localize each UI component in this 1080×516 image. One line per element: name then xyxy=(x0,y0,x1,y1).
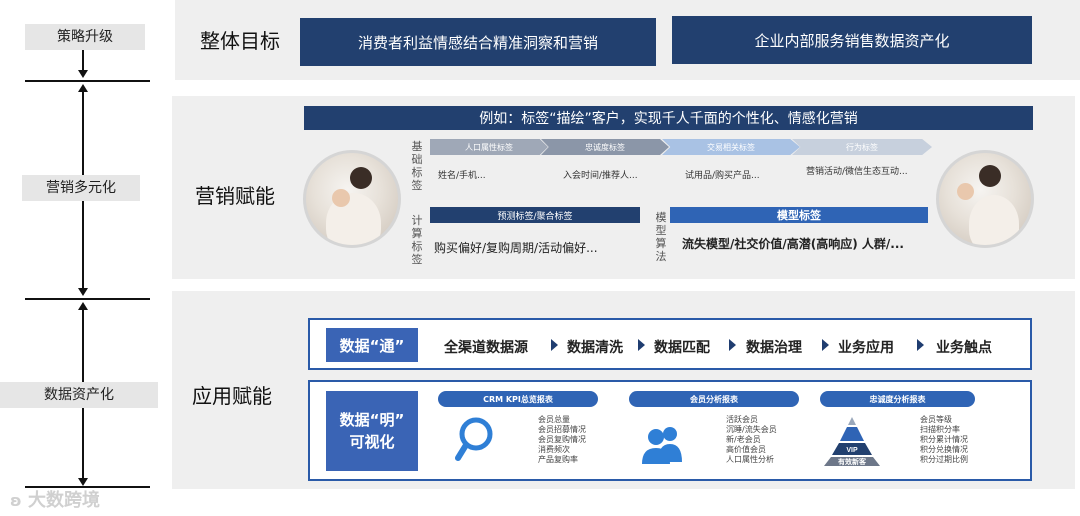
predict-tag-bar: 预测标签/聚合标签 xyxy=(430,207,640,223)
goal-box-2: 企业内部服务销售数据资产化 xyxy=(672,16,1032,64)
list-item: 会员等级 xyxy=(920,415,952,424)
pyramid-base-text: 有效新客 xyxy=(838,457,867,466)
list-item: 会员总量 xyxy=(538,415,570,424)
axis-label-strategy: 策略升级 xyxy=(25,24,145,50)
calc-value: 购买偏好/复购周期/活动偏好... xyxy=(434,241,598,255)
axis-divider-2 xyxy=(25,298,150,300)
chevron-right-icon xyxy=(729,339,736,351)
family-photo-left xyxy=(303,150,401,248)
list-item: 产品复购率 xyxy=(538,455,578,464)
list-item: 人口属性分析 xyxy=(726,455,774,464)
chevron-behavior: 行为标签 xyxy=(792,139,932,155)
flow-step-touchpoint: 业务触点 xyxy=(936,340,992,356)
axis-divider-1 xyxy=(25,80,150,82)
model-algo-label: 模型算法 xyxy=(655,211,667,263)
axis-arrow-1 xyxy=(82,50,84,72)
goal-title: 整体目标 xyxy=(200,29,280,53)
magnifier-icon xyxy=(455,417,493,461)
chevron-demographic: 人口属性标签 xyxy=(430,139,548,155)
application-title: 应用赋能 xyxy=(192,384,272,408)
watermark: ʚ 大数跨境 xyxy=(10,486,100,512)
demographic-value: 姓名/手机... xyxy=(438,171,486,181)
watermark-text: 大数跨境 xyxy=(27,490,100,511)
flow-step-source: 全渠道数据源 xyxy=(444,340,528,356)
chat-bubble-icon: ʚ xyxy=(10,491,22,510)
flow-step-governance: 数据治理 xyxy=(746,340,802,356)
users-icon xyxy=(642,427,682,464)
report-title-member: 会员分析报表 xyxy=(629,391,799,407)
flow-step-application: 业务应用 xyxy=(838,340,894,356)
pyramid-vip-text: VIP xyxy=(846,447,858,454)
arrow-down-icon xyxy=(78,70,88,78)
goal-box-1: 消费者利益情感结合精准洞察和营销 xyxy=(300,18,656,66)
chevron-right-icon xyxy=(551,339,558,351)
list-item: 沉睡/流失会员 xyxy=(726,425,777,434)
list-item: 会员招募情况 xyxy=(538,425,586,434)
chevron-right-icon xyxy=(638,339,645,351)
flow-step-match: 数据匹配 xyxy=(654,340,710,356)
arrow-up-icon xyxy=(78,84,88,92)
list-item: 积分兑换情况 xyxy=(920,445,968,454)
axis-label-marketing: 营销多元化 xyxy=(22,175,140,201)
tag-banner: 例如：标签“描绘”客户，实现千人千面的个性化、情感化营销 xyxy=(304,106,1033,130)
chevron-transaction: 交易相关标签 xyxy=(662,139,800,155)
flow-step-clean: 数据清洗 xyxy=(567,340,623,356)
visualization-tag-line2: 可视化 xyxy=(349,433,395,451)
visualization-tag: 数据“明” 可视化 xyxy=(326,391,418,471)
arrow-up-icon xyxy=(78,302,88,310)
report-title-loyalty: 忠诚度分析报表 xyxy=(820,391,975,407)
list-item: 积分过期比例 xyxy=(920,455,968,464)
data-connect-tag: 数据“通” xyxy=(326,328,418,362)
chevron-right-icon xyxy=(917,339,924,351)
model-tag-bar: 模型标签 xyxy=(670,207,928,223)
report-items-kpi: 会员总量 会员招募情况 会员复购情况 消费频次 产品复购率 xyxy=(538,415,586,465)
visualization-tag-line1: 数据“明” xyxy=(339,411,405,429)
list-item: 新/老会员 xyxy=(726,435,761,444)
arrow-down-icon xyxy=(78,478,88,486)
calc-tags-label: 计算标签 xyxy=(411,214,423,266)
chevron-loyalty: 忠诚度标签 xyxy=(541,139,669,155)
behavior-value: 营销活动/微信生态互动... xyxy=(806,167,908,177)
list-item: 活跃会员 xyxy=(726,415,758,424)
marketing-title: 营销赋能 xyxy=(195,184,275,208)
report-items-loyalty: 会员等级 扫描积分率 积分累计情况 积分兑换情况 积分过期比例 xyxy=(920,415,968,465)
arrow-down-icon xyxy=(78,288,88,296)
vip-pyramid-icon: VIP 有效新客 xyxy=(824,417,880,466)
model-value: 流失模型/社交价值/高潜(高响应) 人群/... xyxy=(682,237,904,251)
list-item: 积分累计情况 xyxy=(920,435,968,444)
loyalty-value: 入会时间/推荐人... xyxy=(563,171,638,181)
chevron-right-icon xyxy=(822,339,829,351)
report-items-member: 活跃会员 沉睡/流失会员 新/老会员 高价值会员 人口属性分析 xyxy=(726,415,777,465)
family-photo-right xyxy=(936,150,1034,248)
axis-label-data-asset: 数据资产化 xyxy=(0,382,158,408)
report-title-kpi: CRM KPI总览报表 xyxy=(438,391,598,407)
transaction-value: 试用品/购买产品... xyxy=(685,171,760,181)
list-item: 消费频次 xyxy=(538,445,570,454)
list-item: 会员复购情况 xyxy=(538,435,586,444)
list-item: 扫描积分率 xyxy=(920,425,960,434)
list-item: 高价值会员 xyxy=(726,445,766,454)
basic-tags-label: 基础标签 xyxy=(411,140,423,192)
